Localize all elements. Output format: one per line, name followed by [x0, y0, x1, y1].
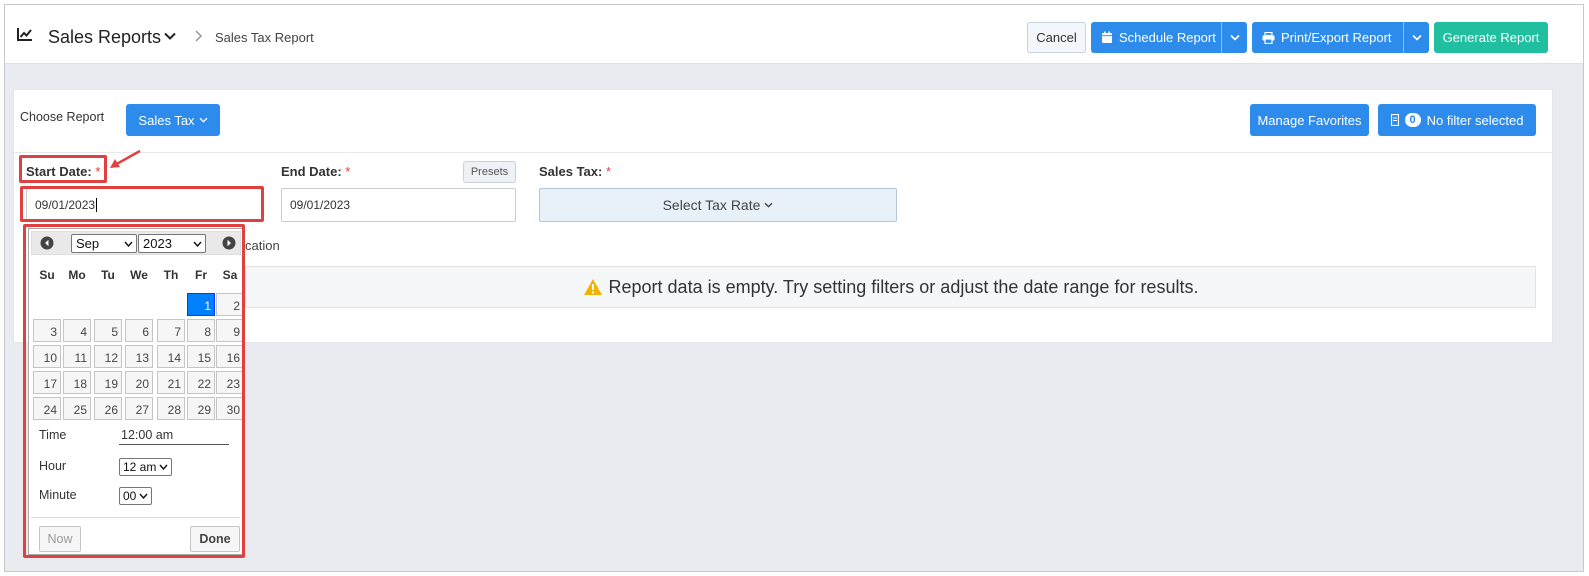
end-date-input[interactable]: 09/01/2023: [281, 188, 516, 222]
warning-icon: [583, 279, 602, 295]
location-label-partial: cation: [245, 238, 280, 253]
chevron-down-icon: [1229, 34, 1240, 41]
chevron-down-icon: [1411, 34, 1422, 41]
end-date-label-text: End Date:: [281, 164, 342, 179]
report-type-dropdown[interactable]: Sales Tax: [126, 104, 220, 136]
required-mark: *: [605, 164, 612, 179]
generate-report-label: Generate Report: [1442, 30, 1540, 45]
filter-icon: [1390, 114, 1399, 126]
annotation-arrow-icon: [110, 149, 141, 168]
cancel-button[interactable]: Cancel: [1027, 22, 1086, 53]
sales-tax-label-text: Sales Tax:: [539, 164, 603, 179]
breadcrumb-current: Sales Tax Report: [215, 30, 314, 45]
end-date-label: End Date: *: [281, 164, 350, 179]
panel-divider: [14, 152, 1552, 153]
presets-button[interactable]: Presets: [463, 161, 516, 183]
schedule-report-label: Schedule Report: [1119, 30, 1216, 45]
generate-report-button[interactable]: Generate Report: [1434, 22, 1548, 53]
annotation-start-input-box: [20, 186, 264, 222]
schedule-report-dropdown[interactable]: [1221, 22, 1247, 53]
schedule-report-button[interactable]: Schedule Report: [1091, 22, 1247, 53]
end-date-value: 09/01/2023: [290, 198, 351, 212]
filter-status-label: No filter selected: [1426, 112, 1524, 128]
chevron-down-icon: [199, 117, 207, 123]
line-chart-icon: [17, 28, 32, 41]
app-window: Sales Reports Sales Tax Report Cancel Sc…: [4, 4, 1584, 572]
manage-favorites-label: Manage Favorites: [1257, 112, 1362, 128]
required-mark: *: [345, 164, 351, 179]
annotation-start-label-box: [19, 155, 107, 183]
print-export-button[interactable]: Print/Export Report: [1252, 22, 1429, 53]
calendar-icon: [1102, 31, 1112, 43]
annotation-datepicker-box: [23, 224, 245, 558]
print-export-label: Print/Export Report: [1281, 30, 1392, 45]
schedule-report-main[interactable]: Schedule Report: [1091, 30, 1221, 45]
sales-tax-label: Sales Tax: *: [539, 164, 611, 179]
tax-rate-label: Select Tax Rate: [662, 197, 761, 213]
filter-count-badge: 0: [1404, 113, 1421, 127]
chevron-down-icon: [764, 202, 773, 208]
empty-report-message: Report data is empty. Try setting filter…: [608, 276, 1199, 297]
chevron-down-icon[interactable]: [163, 29, 177, 43]
cancel-label: Cancel: [1036, 30, 1077, 45]
manage-favorites-button[interactable]: Manage Favorites: [1250, 104, 1369, 136]
report-type-label: Sales Tax: [138, 112, 195, 128]
chevron-right-icon: [195, 30, 203, 42]
print-export-main[interactable]: Print/Export Report: [1252, 30, 1403, 45]
empty-report-alert: Report data is empty. Try setting filter…: [245, 266, 1536, 308]
tax-rate-select[interactable]: Select Tax Rate: [539, 188, 897, 222]
print-export-dropdown[interactable]: [1403, 22, 1429, 53]
filter-button[interactable]: 0 No filter selected: [1378, 104, 1536, 136]
printer-icon: [1262, 31, 1275, 44]
choose-report-label: Choose Report: [20, 110, 105, 124]
top-bar: Sales Reports Sales Tax Report Cancel Sc…: [5, 5, 1583, 64]
app-title[interactable]: Sales Reports: [48, 27, 161, 48]
